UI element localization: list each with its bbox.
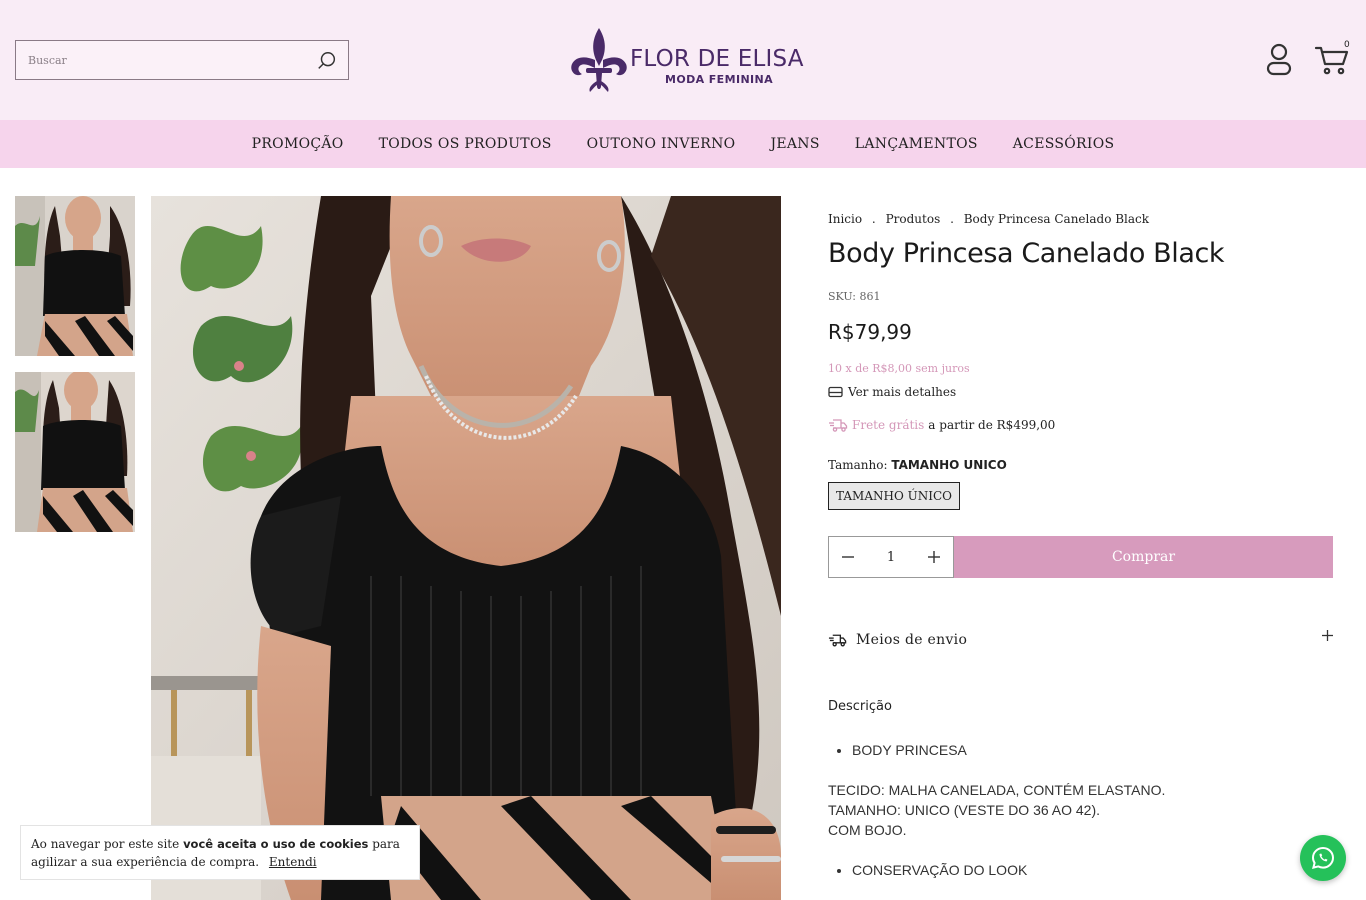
size-selected-value: TAMANHO UNICO	[891, 458, 1007, 472]
product-photo-thumbnail	[15, 372, 135, 532]
product-price: R$79,99	[828, 320, 912, 344]
breadcrumb: Inicio . Produtos . Body Princesa Canela…	[828, 212, 1155, 226]
whatsapp-icon	[1311, 846, 1335, 869]
search-box	[15, 40, 349, 80]
free-shipping-threshold: a partir de R$499,00	[928, 418, 1056, 432]
main-nav: PROMOÇÃO TODOS OS PRODUTOS OUTONO INVERN…	[0, 120, 1366, 168]
nav-item-jeans[interactable]: JEANS	[753, 136, 837, 152]
credit-card-icon	[828, 386, 843, 398]
nav-item-outono-inverno[interactable]: OUTONO INVERNO	[569, 136, 753, 152]
quantity-increase-button[interactable]	[915, 537, 953, 577]
free-shipping-info: Frete grátis a partir de R$499,00	[828, 418, 1055, 432]
cookie-text-bold: você aceita o uso de cookies	[183, 837, 369, 851]
product-photo	[151, 196, 781, 900]
quantity-decrease-button[interactable]	[829, 537, 867, 577]
logo-title: FLOR DE ELISA	[630, 46, 804, 72]
shipping-methods-accordion[interactable]: Meios de envio	[828, 626, 1333, 654]
size-label-text: Tamanho:	[828, 458, 888, 472]
description-title: Descrição	[828, 699, 892, 714]
buy-button[interactable]: Comprar	[954, 536, 1333, 578]
installments-text: 10 x de R$8,00 sem juros	[828, 362, 970, 375]
see-more-details-link[interactable]: Ver mais detalhes	[828, 385, 956, 399]
cookie-accept-link[interactable]: Entendi	[269, 855, 317, 869]
description-bullet: BODY PRINCESA	[852, 740, 1333, 760]
breadcrumb-home[interactable]: Inicio	[828, 212, 862, 226]
breadcrumb-separator: .	[950, 212, 954, 226]
breadcrumb-current: Body Princesa Canelado Black	[963, 212, 1150, 226]
cookie-text: Ao navegar por este site	[31, 837, 180, 851]
plus-icon	[1322, 630, 1333, 641]
site-header: FLOR DE ELISA MODA FEMININA 0	[0, 0, 1366, 120]
fleur-de-lis-icon	[571, 28, 627, 92]
nav-item-acessorios[interactable]: ACESSÓRIOS	[995, 136, 1132, 152]
description-line: TECIDO: MALHA CANELADA, CONTÉM ELASTANO.	[828, 782, 1166, 798]
size-option-button[interactable]: TAMANHO ÚNICO	[828, 482, 960, 510]
logo-subtitle: MODA FEMININA	[665, 73, 774, 86]
description-bullet: CONSERVAÇÃO DO LOOK	[852, 860, 1333, 880]
quantity-input[interactable]	[867, 537, 915, 577]
product-sku: SKU: 861	[828, 290, 881, 303]
details-link-label: Ver mais detalhes	[848, 385, 957, 399]
user-icon[interactable]	[1264, 42, 1294, 76]
cookie-banner: Ao navegar por este site você aceita o u…	[20, 825, 420, 880]
product-title: Body Princesa Canelado Black	[828, 238, 1225, 269]
product-photo-thumbnail	[15, 196, 135, 356]
cart-count-badge: 0	[1344, 40, 1350, 50]
nav-item-todos-os-produtos[interactable]: TODOS OS PRODUTOS	[361, 136, 569, 152]
whatsapp-button[interactable]	[1300, 835, 1346, 881]
breadcrumb-products[interactable]: Produtos	[886, 212, 941, 226]
shipping-methods-label: Meios de envio	[856, 632, 968, 648]
minus-icon	[842, 556, 854, 558]
nav-item-lancamentos[interactable]: LANÇAMENTOS	[837, 136, 995, 152]
size-label: Tamanho: TAMANHO UNICO	[828, 458, 1007, 472]
product-description: BODY PRINCESA TECIDO: MALHA CANELADA, CO…	[828, 740, 1333, 880]
truck-icon	[829, 419, 848, 432]
product-main-image[interactable]	[151, 196, 781, 900]
product-thumbnail-2[interactable]	[15, 372, 135, 532]
plus-icon	[928, 551, 940, 563]
breadcrumb-separator: .	[871, 212, 876, 226]
search-input[interactable]	[16, 41, 306, 79]
search-icon[interactable]	[316, 50, 338, 72]
truck-icon	[828, 634, 847, 647]
site-logo[interactable]: FLOR DE ELISA MODA FEMININA	[566, 26, 804, 96]
description-line: COM BOJO.	[828, 822, 907, 838]
quantity-stepper	[828, 536, 954, 578]
free-shipping-label: Frete grátis	[852, 418, 925, 432]
nav-item-promocao[interactable]: PROMOÇÃO	[234, 136, 361, 152]
description-line: TAMANHO: UNICO (VESTE DO 36 AO 42).	[828, 802, 1101, 818]
product-thumbnail-1[interactable]	[15, 196, 135, 356]
